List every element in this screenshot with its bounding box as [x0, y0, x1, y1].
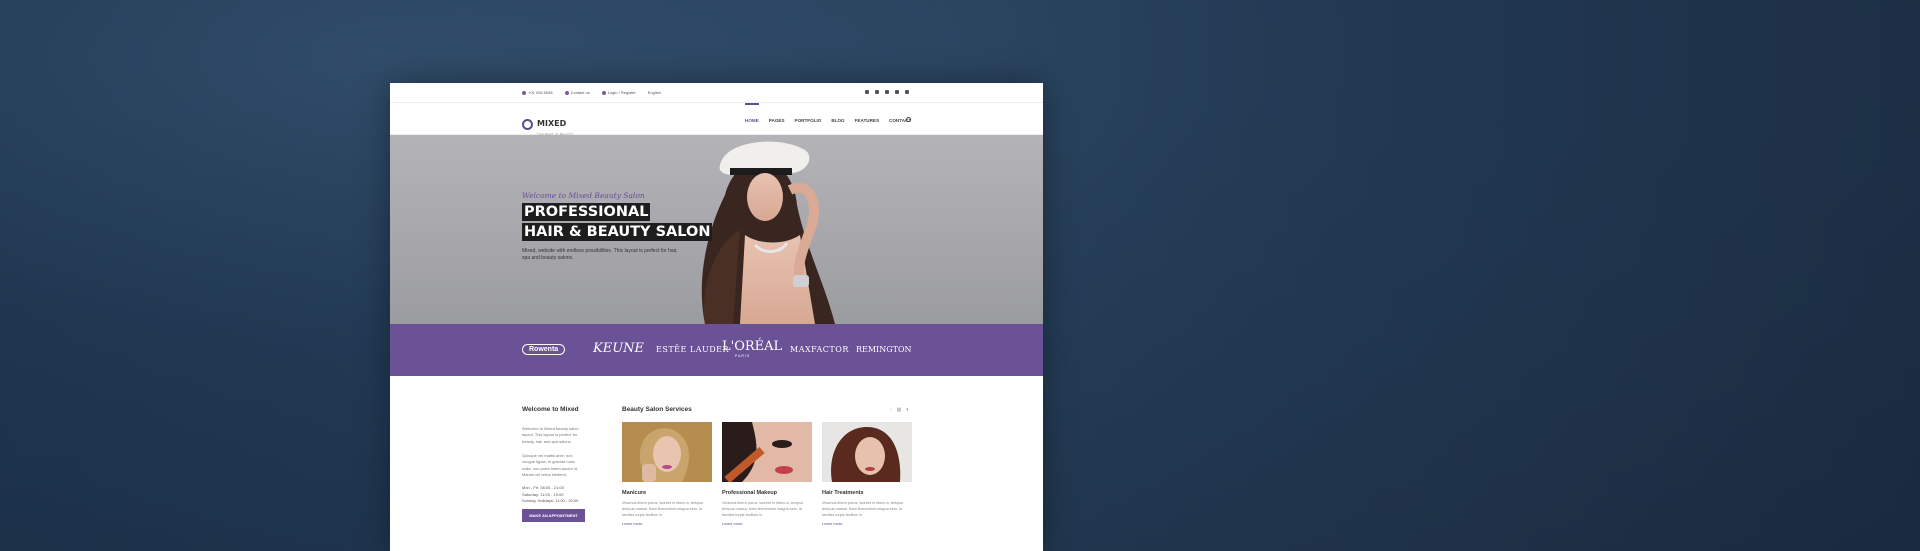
top-bar: +01 008 5638 Contact us Login / Register… [390, 83, 1043, 103]
nav-home[interactable]: HOME [745, 103, 759, 123]
hero-title-line1: PROFESSIONAL [522, 203, 651, 221]
brand-keune-logo: KEUNE [593, 341, 645, 356]
logo-name: MIXED [537, 119, 567, 128]
linkedin-icon[interactable] [895, 90, 899, 94]
instagram-icon[interactable] [875, 90, 879, 94]
hero-title-line2: HAIR & BEAUTY SALON [522, 223, 713, 241]
manicure-image [622, 422, 712, 482]
learn-more-link[interactable]: Learn more [722, 521, 812, 526]
contact-link[interactable]: Contact us [564, 90, 590, 95]
welcome-paragraph-1: Welcome to Mixed beauty salon layout. Th… [522, 426, 579, 444]
login-link[interactable]: Login / Register [601, 90, 636, 95]
phone-link[interactable]: +01 008 5638 [522, 90, 553, 95]
service-text: Vivamus libero purus, laoreet in libero … [722, 501, 804, 517]
language-select[interactable]: English [648, 90, 661, 95]
brand-remington-logo: REMINGTON [856, 345, 912, 354]
service-card-makeup[interactable]: Professional Makeup Vivamus libero purus… [722, 422, 812, 526]
mail-icon [564, 90, 569, 95]
service-text: Vivamus libero purus, laoreet in libero … [822, 501, 904, 517]
search-icon[interactable] [906, 117, 911, 122]
user-icon [601, 90, 606, 95]
makeup-image [722, 422, 812, 482]
brand-strip: Rowenta KEUNE ESTĒE LAUDER L'ORÉAL PARIS… [390, 324, 1043, 376]
service-name: Manicure [622, 490, 647, 496]
site-logo[interactable]: MIXED THE BEST IN BEAUTY [522, 113, 574, 136]
brand-maxfactor-logo: MAXFACTOR [790, 345, 849, 354]
logo-icon [522, 119, 533, 130]
content-section: Welcome to Mixed Welcome to Mixed beauty… [390, 376, 1043, 551]
nav-blog[interactable]: BLOG [831, 118, 844, 123]
welcome-title: Welcome to Mixed [522, 406, 579, 413]
service-card-manicure[interactable]: Manicure Vivamus libero purus, laoreet i… [622, 422, 712, 526]
hero-description: Mixed, website with endless possibilitie… [522, 248, 678, 261]
prev-arrow-icon[interactable]: ‹ [890, 407, 892, 413]
services-pager: ‹ ▦ › [890, 407, 908, 413]
learn-more-link[interactable]: Learn more [822, 521, 912, 526]
nav-pages[interactable]: PAGES [769, 118, 785, 123]
phone-icon [522, 90, 526, 95]
hours-sunday: Sunday, Holidays: 11:00 - 20:00 [522, 498, 579, 503]
opening-hours: Mon - Fri: 08:00 - 21:00 Saturday: 11:00… [522, 485, 578, 505]
nav-features[interactable]: FEATURES [855, 118, 879, 123]
brand-loreal-logo: L'ORÉAL [722, 339, 783, 354]
brand-loreal-sub: PARIS [735, 354, 751, 358]
facebook-icon[interactable] [865, 90, 869, 94]
make-appointment-button[interactable]: MAKE AN APPOINTMENT [522, 509, 585, 522]
hero-welcome-text: Welcome to Mixed Beauty Salon [522, 191, 645, 200]
grid-icon[interactable]: ▦ [897, 407, 902, 413]
nav-portfolio[interactable]: PORTFOLIO [795, 118, 822, 123]
brand-rowenta-logo: Rowenta [522, 344, 566, 355]
hair-image [822, 422, 912, 482]
services-title: Beauty Salon Services [622, 406, 692, 413]
website-mockup: +01 008 5638 Contact us Login / Register… [390, 83, 1043, 551]
learn-more-link[interactable]: Learn more [622, 521, 712, 526]
main-nav: MIXED THE BEST IN BEAUTY HOME PAGES PORT… [390, 103, 1043, 136]
skype-icon[interactable] [905, 90, 909, 94]
twitter-icon[interactable] [885, 90, 889, 94]
service-card-hair[interactable]: Hair Treatments Vivamus libero purus, la… [822, 422, 912, 526]
hero-banner: Welcome to Mixed Beauty Salon PROFESSION… [390, 135, 1043, 324]
service-name: Professional Makeup [722, 490, 778, 496]
service-name: Hair Treatments [822, 490, 864, 496]
brand-estee-logo: ESTĒE LAUDER [656, 345, 729, 354]
welcome-paragraph-2: Quisque vel mattis ante, non congue ligu… [522, 453, 579, 477]
service-text: Vivamus libero purus, laoreet in libero … [622, 501, 704, 517]
hero-title: PROFESSIONAL HAIR & BEAUTY SALON [522, 203, 713, 243]
next-arrow-icon[interactable]: › [906, 407, 908, 413]
